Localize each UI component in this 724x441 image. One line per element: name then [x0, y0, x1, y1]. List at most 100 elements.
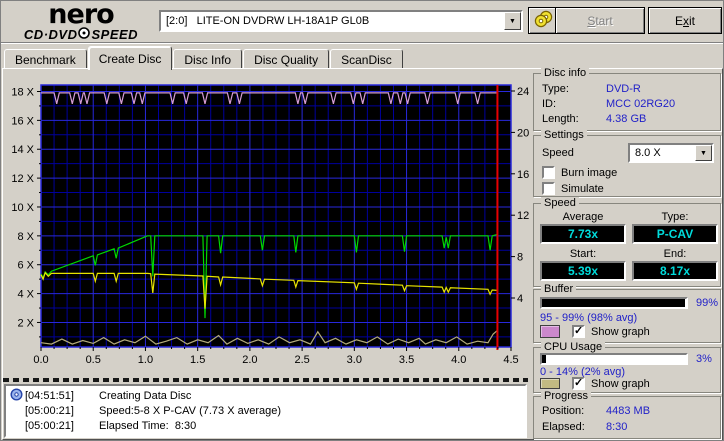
log-message: Elapsed Time: 8:30 [99, 420, 196, 432]
left-axis-label: 12 X [11, 173, 34, 185]
app-window: nero CD·DVD SPEED [2:0] LITE-ON DVDRW LH… [0, 0, 724, 441]
left-axis-label: 10 X [11, 202, 34, 214]
exit-button[interactable]: Exit [648, 7, 722, 34]
buffer-color-swatch [540, 325, 560, 338]
buffer-show-graph-option[interactable]: Show graph [572, 325, 650, 338]
disc-info-row: Type:DVD-R [542, 83, 716, 95]
left-axis-label: 2 X [17, 317, 34, 329]
tab-scandisc[interactable]: ScanDisc [330, 49, 403, 69]
end-speed-display: 8.17x [632, 261, 718, 281]
disc-info-row: ID:MCC 02RG20 [542, 98, 716, 110]
start-speed-label: Start: [538, 248, 628, 260]
buffer-range: 95 - 99% (98% avg) [540, 312, 637, 324]
right-axis-label: 8 [517, 252, 523, 264]
burn-image-checkbox[interactable] [542, 166, 555, 179]
log-timestamp: [05:00:21] [25, 405, 85, 417]
left-axis-label: 16 X [11, 115, 34, 127]
average-label: Average [538, 211, 628, 223]
log-entry: [05:00:21] Speed:5-8 X P-CAV (7.73 X ave… [8, 403, 523, 418]
type-label: Type: [630, 211, 720, 223]
speed-group: Speed Average Type: 7.73x P-CAV Start: E… [533, 203, 721, 287]
tab-bar: Benchmark Create Disc Disc Info Disc Qua… [4, 46, 404, 69]
cpu-meter [540, 353, 688, 365]
speed-select[interactable]: 8.0 X ▼ [628, 143, 714, 163]
cpu-show-graph-label: Show graph [591, 378, 650, 390]
drive-select[interactable]: [2:0] LITE-ON DVDRW LH-18A1P GL0B ▼ [159, 10, 523, 32]
buffer-meter [540, 297, 688, 309]
tab-disc-quality[interactable]: Disc Quality [243, 49, 329, 69]
speed-chart: 2 X4 X6 X8 X10 X12 X14 X16 X18 X48121620… [1, 71, 531, 373]
start-button[interactable]: Start [555, 7, 645, 34]
tab-create-disc[interactable]: Create Disc [88, 46, 173, 70]
left-axis-label: 8 X [17, 231, 34, 243]
right-axis-label: 24 [517, 86, 529, 98]
simulate-checkbox[interactable] [542, 182, 555, 195]
average-speed-display: 7.73x [540, 224, 626, 244]
x-axis-label: 3.0 [347, 354, 362, 366]
disc-id-value: MCC 02RG20 [606, 98, 675, 110]
x-axis-label: 3.5 [399, 354, 414, 366]
buffer-percent: 99% [696, 297, 718, 309]
burn-image-label: Burn image [561, 167, 617, 179]
chevron-down-icon[interactable]: ▼ [504, 12, 521, 30]
right-axis-label: 16 [517, 169, 529, 181]
header-separator [1, 42, 724, 44]
log-timestamp: [05:00:21] [25, 420, 85, 432]
cpu-show-graph-checkbox[interactable] [572, 377, 585, 390]
x-axis-label: 1.0 [138, 354, 153, 366]
write-type-display: P-CAV [632, 224, 718, 244]
simulate-label: Simulate [561, 183, 604, 195]
x-axis-label: 4.0 [451, 354, 466, 366]
speed-label: Speed [542, 147, 574, 159]
group-title: Disc info [541, 67, 589, 79]
x-axis-label: 2.5 [294, 354, 309, 366]
nero-wordmark: nero [9, 2, 153, 27]
group-title: Progress [541, 390, 591, 402]
disc-info-group: Disc info Type:DVD-R ID:MCC 02RG20 Lengt… [533, 73, 721, 131]
buffer-show-graph-label: Show graph [591, 326, 650, 338]
settings-group: Settings Speed 8.0 X ▼ Burn image Simula… [533, 135, 721, 197]
disc-status-icon [8, 388, 25, 404]
group-title: CPU Usage [541, 341, 605, 353]
disc-length-value: 4.38 GB [606, 113, 646, 125]
x-axis-label: 0.5 [86, 354, 101, 366]
cpu-meter-fill [542, 355, 546, 363]
log-timestamp: [04:51:51] [25, 390, 85, 402]
x-axis-label: 1.5 [190, 354, 205, 366]
x-axis-label: 0.0 [33, 354, 48, 366]
chevron-down-icon[interactable]: ▼ [695, 145, 712, 161]
log-message: Speed:5-8 X P-CAV (7.73 X average) [99, 405, 281, 417]
progress-group: Progress Position:4483 MB Elapsed:8:30 [533, 396, 721, 439]
status-log: [04:51:51] Creating Data Disc [05:00:21]… [4, 384, 527, 438]
tab-disc-info[interactable]: Disc Info [173, 49, 242, 69]
disc-type-value: DVD-R [606, 83, 641, 95]
simulate-option[interactable]: Simulate [542, 182, 604, 195]
tab-benchmark[interactable]: Benchmark [4, 49, 87, 69]
x-axis-label: 2.0 [242, 354, 257, 366]
logo-cd-dvd-text: CD·DVD [24, 28, 78, 41]
group-title: Speed [541, 197, 579, 209]
group-title: Settings [541, 129, 587, 141]
disc-info-row: Length:4.38 GB [542, 113, 716, 125]
cpu-show-graph-option[interactable]: Show graph [572, 377, 650, 390]
burn-image-option[interactable]: Burn image [542, 166, 617, 179]
cpu-usage-group: CPU Usage 3% 0 - 14% (2% avg) Show graph [533, 347, 721, 393]
discs-icon [533, 9, 555, 32]
position-value: 4483 MB [606, 405, 650, 417]
progress-row: Position:4483 MB [542, 405, 716, 417]
drive-select-value: [2:0] LITE-ON DVDRW LH-18A1P GL0B [161, 15, 369, 27]
group-title: Buffer [541, 283, 576, 295]
buffer-meter-fill [542, 299, 685, 307]
x-axis-label: 4.5 [503, 354, 518, 366]
right-axis-label: 20 [517, 127, 529, 139]
left-axis-label: 6 X [17, 260, 34, 272]
nero-logo: nero CD·DVD SPEED [9, 2, 153, 41]
cpu-color-swatch [540, 378, 560, 389]
logo-speed-text: SPEED [91, 28, 138, 41]
speed-select-value: 8.0 X [630, 147, 661, 159]
right-axis-label: 12 [517, 210, 529, 222]
start-speed-display: 5.39x [540, 261, 626, 281]
buffer-group: Buffer 99% 95 - 99% (98% avg) Show graph [533, 289, 721, 343]
buffer-show-graph-checkbox[interactable] [572, 325, 585, 338]
progress-row: Elapsed:8:30 [542, 421, 716, 433]
